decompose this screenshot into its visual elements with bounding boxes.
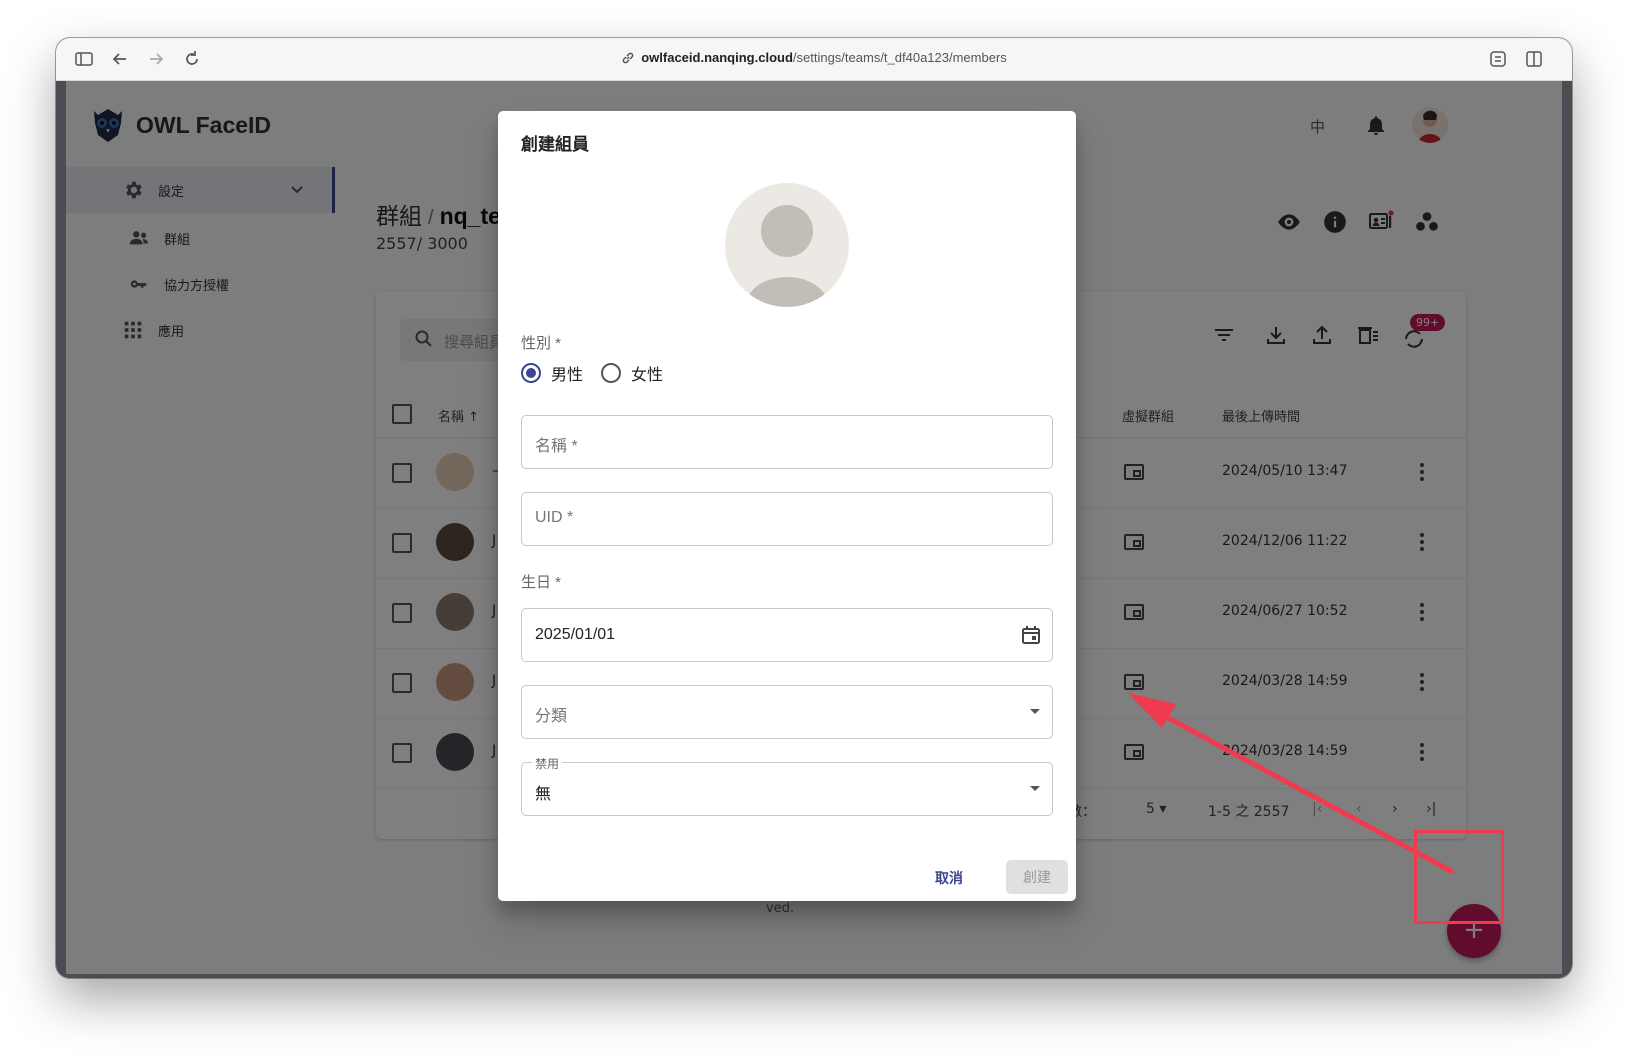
disabled-select[interactable]: 禁用 無 <box>521 755 1053 816</box>
gender-female-label[interactable]: 女性 <box>631 361 663 385</box>
create-button[interactable]: 創建 <box>1006 860 1068 894</box>
birthday-label: 生日 * <box>521 574 562 591</box>
gender-male-label[interactable]: 男性 <box>551 361 583 385</box>
category-placeholder: 分類 <box>535 708 568 725</box>
dialog-title: 創建組員 <box>521 135 589 154</box>
gender-radio-group: 男性 女性 <box>521 361 663 385</box>
reader-icon[interactable] <box>1488 49 1508 69</box>
browser-toolbar: owlfaceid.nanqing.cloud/settings/teams/t… <box>56 38 1572 81</box>
uid-field[interactable]: UID * <box>521 492 1053 546</box>
split-view-icon[interactable] <box>1524 49 1544 69</box>
disabled-label: 禁用 <box>532 755 563 772</box>
disabled-value: 無 <box>535 786 552 803</box>
person-silhouette-icon <box>745 205 829 307</box>
caret-down-icon <box>1030 709 1040 714</box>
cancel-button[interactable]: 取消 <box>935 868 963 888</box>
uid-placeholder: UID * <box>535 509 574 526</box>
url-host: owlfaceid.nanqing.cloud <box>641 50 793 65</box>
category-select[interactable]: 分類 <box>521 685 1053 739</box>
gender-label: 性別 * <box>521 335 562 352</box>
calendar-icon[interactable] <box>1020 624 1042 646</box>
photo-placeholder[interactable] <box>725 183 849 307</box>
create-member-dialog: 創建組員 性別 * 男性 女性 名稱 * UID * 生日 * 2025/01/… <box>498 111 1076 901</box>
name-placeholder: 名稱 * <box>535 438 578 455</box>
caret-down-icon <box>1030 786 1040 791</box>
birthday-value: 2025/01/01 <box>535 626 616 643</box>
gender-male-radio[interactable] <box>521 363 541 383</box>
url-path: /settings/teams/t_df40a123/members <box>792 50 1007 65</box>
name-field[interactable]: 名稱 * <box>521 415 1053 469</box>
gender-female-radio[interactable] <box>601 363 622 383</box>
address-bar[interactable]: owlfaceid.nanqing.cloud/settings/teams/t… <box>56 50 1572 68</box>
birthday-field[interactable]: 2025/01/01 <box>521 608 1053 662</box>
annotation-highlight-box <box>1414 830 1504 924</box>
link-icon <box>621 51 635 68</box>
